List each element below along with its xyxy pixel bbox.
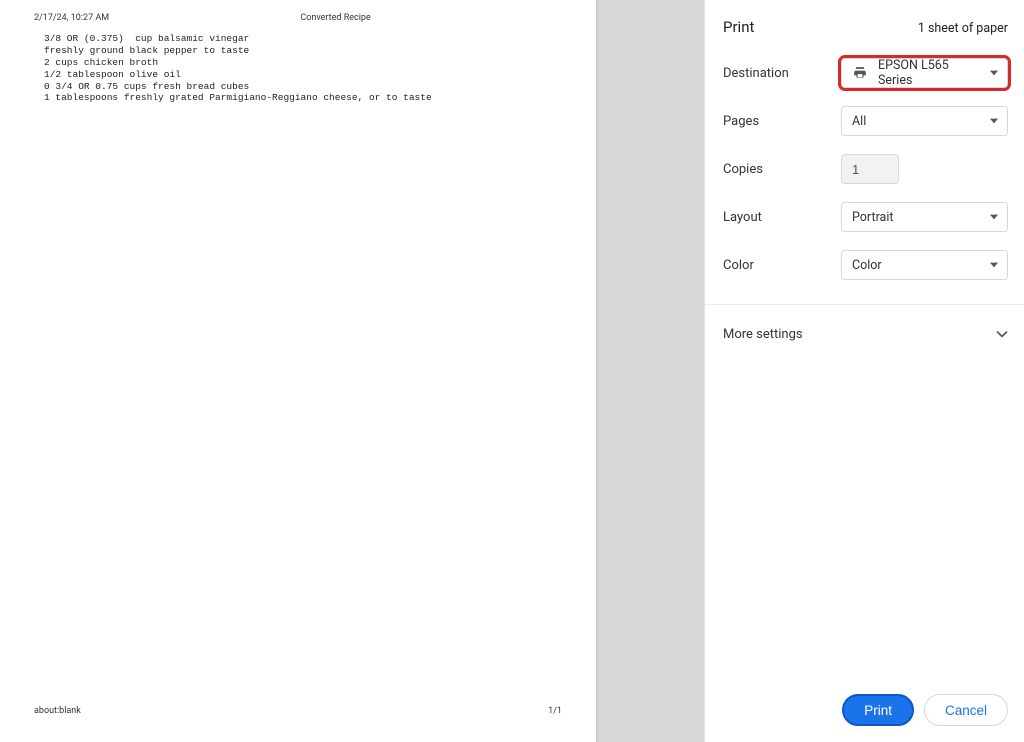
more-settings-label: More settings [723,327,803,342]
print-button[interactable]: Print [842,694,914,726]
destination-select[interactable]: EPSON L565 Series [841,58,1008,88]
copies-input[interactable] [841,154,899,184]
page-header: 2/17/24, 10:27 AM Converted Recipe [34,13,562,23]
caret-down-icon [990,215,998,220]
sheet-count: 1 sheet of paper [918,21,1008,36]
panel-title: Print [723,18,754,36]
action-buttons: Print Cancel [723,694,1008,728]
pages-label: Pages [723,114,841,129]
row-pages: Pages All [723,106,1008,136]
layout-value: Portrait [852,210,894,225]
pages-value: All [852,114,866,129]
layout-select[interactable]: Portrait [841,202,1008,232]
chevron-down-icon [996,330,1008,338]
color-value: Color [852,258,882,273]
color-label: Color [723,258,841,273]
preview-page: 2/17/24, 10:27 AM Converted Recipe 3/8 O… [0,0,596,742]
page-body-text: 3/8 OR (0.375) cup balsamic vinegar fres… [34,33,562,104]
printer-icon [852,66,868,80]
preview-gutter [608,0,704,742]
caret-down-icon [990,71,998,76]
footer-right: 1/1 [548,706,562,716]
page-footer: about:blank 1/1 [34,706,562,722]
footer-left: about:blank [34,706,81,716]
row-copies: Copies [723,154,1008,184]
row-destination: Destination EPSON L565 Series [723,58,1008,88]
settings-divider [705,304,1024,305]
color-select[interactable]: Color [841,250,1008,280]
destination-label: Destination [723,66,841,81]
copies-label: Copies [723,162,841,177]
cancel-button[interactable]: Cancel [924,694,1008,726]
print-preview-pane: 2/17/24, 10:27 AM Converted Recipe 3/8 O… [0,0,608,742]
caret-down-icon [990,263,998,268]
caret-down-icon [990,119,998,124]
layout-label: Layout [723,210,841,225]
page-timestamp: 2/17/24, 10:27 AM [34,13,109,23]
more-settings-toggle[interactable]: More settings [723,317,1008,351]
row-layout: Layout Portrait [723,202,1008,232]
destination-value: EPSON L565 Series [878,58,981,88]
page-title: Converted Recipe [109,13,562,23]
row-color: Color Color [723,250,1008,280]
pages-select[interactable]: All [841,106,1008,136]
print-settings-panel: Print 1 sheet of paper Destination EPSON… [704,0,1024,742]
panel-header: Print 1 sheet of paper [723,18,1008,36]
